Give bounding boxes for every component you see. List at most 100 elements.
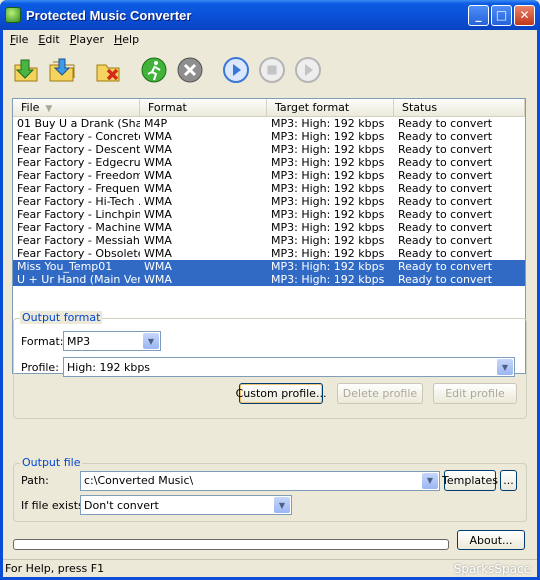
profile-select[interactable]: High: 192 kbps ▼ [63,357,515,377]
watermark-text: SparksSpace [453,561,531,576]
close-button[interactable]: ✕ [514,4,535,26]
table-row[interactable]: Fear Factory - Hi-Tech ... WMA MP3: High: … [13,195,525,208]
file-cell: Fear Factory - Hi-Tech ... [17,195,140,208]
about-button[interactable]: About... [457,530,525,550]
add-files-icon [14,59,38,82]
chevron-down-icon[interactable]: ▼ [143,333,159,349]
table-row[interactable]: Fear Factory - Linchpin WMA MP3: High: 192… [13,208,525,221]
status-cell: Ready to convert [398,234,493,247]
app-icon [5,7,21,23]
convert-button[interactable] [136,53,172,87]
path-input[interactable]: c:\Converted Music\ ▼ [80,470,440,491]
file-cell: Fear Factory - Frequency [17,182,140,195]
remove-files-button[interactable] [90,53,126,87]
browse-button[interactable]: ... [500,470,517,491]
file-cell: Fear Factory - Messiah [17,234,140,247]
file-cell: Miss You_Temp01 [17,260,113,273]
chevron-down-icon[interactable]: ▼ [422,472,438,489]
table-row[interactable]: Fear Factory - Concreto WMA MP3: High: 192… [13,130,525,143]
status-cell: Ready to convert [398,273,493,286]
cancel-icon [177,57,203,83]
table-row[interactable]: Fear Factory - Machine ... WMA MP3: High: … [13,221,525,234]
custom-profile-button[interactable]: Custom profile... [236,383,326,404]
table-row[interactable]: Fear Factory - Obsolete WMA MP3: High: 192… [13,247,525,260]
table-row[interactable]: Fear Factory - Freedom... WMA MP3: High: 1… [13,169,525,182]
templates-button[interactable]: Templates [442,470,498,491]
menu-player[interactable]: Player [65,32,109,47]
table-row[interactable]: Fear Factory - Edgecrus... WMA MP3: High: … [13,156,525,169]
format-label: Format: [21,334,64,348]
status-cell: Ready to convert [398,169,493,182]
column-status[interactable]: Status [394,99,525,117]
table-row[interactable]: Fear Factory - Frequency WMA MP3: High: 19… [13,182,525,195]
column-target-format[interactable]: Target format [267,99,394,117]
output-file-legend: Output file [20,456,83,469]
target-format-cell: MP3: High: 192 kbps [271,143,385,156]
add-folder-button[interactable] [44,53,80,87]
status-cell: Ready to convert [398,260,493,273]
status-cell: Ready to convert [398,156,493,169]
title-bar[interactable]: Protected Music Converter _ □ ✕ [0,0,540,30]
status-cell: Ready to convert [398,143,493,156]
cancel-button[interactable] [172,53,208,87]
play-icon [223,57,249,83]
status-bar: For Help, press F1 SparksSpace [3,559,537,577]
profile-value: High: 192 kbps [67,360,151,374]
target-format-cell: MP3: High: 192 kbps [271,130,385,143]
target-format-cell: MP3: High: 192 kbps [271,273,385,286]
target-format-cell: MP3: High: 192 kbps [271,208,385,221]
file-cell: Fear Factory - Descent [17,143,140,156]
chevron-down-icon[interactable]: ▼ [497,359,513,375]
menu-bar: File Edit Player Help [3,30,537,49]
toolbar [3,49,537,91]
delete-profile-button: Delete profile [337,383,423,404]
file-list-header: File ▼ Format Target format Status [13,99,525,117]
status-cell: Ready to convert [398,221,493,234]
profile-label: Profile: [21,360,59,374]
table-row[interactable]: U + Ur Hand (Main Versi... WMA MP3: High: … [13,273,525,286]
add-files-button[interactable] [8,53,44,87]
menu-help[interactable]: Help [109,32,144,47]
target-format-cell: MP3: High: 192 kbps [271,169,385,182]
if-file-exists-value: Don't convert [84,498,159,512]
status-cell: Ready to convert [398,117,493,130]
output-format-legend: Output format [20,311,103,324]
format-cell: WMA [144,195,172,208]
output-file-group: Output file Path: c:\Converted Music\ ▼ … [13,456,527,522]
menu-edit[interactable]: Edit [33,32,64,47]
path-label: Path: [21,474,49,487]
target-format-cell: MP3: High: 192 kbps [271,182,385,195]
target-format-cell: MP3: High: 192 kbps [271,117,385,130]
file-cell: Fear Factory - Obsolete [17,247,140,260]
conversion-progress-bar [13,539,449,550]
minimize-button[interactable]: _ [468,4,489,26]
remove-files-icon [96,64,120,82]
app-window: Protected Music Converter _ □ ✕ File Edi… [0,0,540,580]
file-cell: Fear Factory - Freedom... [17,169,140,182]
status-cell: Ready to convert [398,247,493,260]
format-cell: WMA [144,143,172,156]
format-cell: M4P [144,117,168,130]
column-file[interactable]: File ▼ [13,99,140,117]
format-cell: WMA [144,260,172,273]
target-format-cell: MP3: High: 192 kbps [271,195,385,208]
if-file-exists-select[interactable]: Don't convert ▼ [80,495,292,515]
play-button[interactable] [218,53,254,87]
table-row[interactable]: 01 Buy U a Drank (Shaw... M4P MP3: High: 1… [13,117,525,130]
next-icon [295,57,321,83]
column-format[interactable]: Format [140,99,267,117]
menu-file[interactable]: File [5,32,33,47]
target-format-cell: MP3: High: 192 kbps [271,247,385,260]
table-row[interactable]: Fear Factory - Descent WMA MP3: High: 192 … [13,143,525,156]
convert-icon [141,57,167,83]
table-row[interactable]: Fear Factory - Messiah WMA MP3: High: 192 … [13,234,525,247]
target-format-cell: MP3: High: 192 kbps [271,221,385,234]
table-row[interactable]: Miss You_Temp01 WMA MP3: High: 192 kbps Rea… [13,260,525,273]
status-cell: Ready to convert [398,208,493,221]
chevron-down-icon[interactable]: ▼ [274,497,290,513]
maximize-button[interactable]: □ [491,4,512,26]
edit-profile-button: Edit profile [433,383,517,404]
file-cell: Fear Factory - Edgecrus... [17,156,140,169]
format-select[interactable]: MP3 ▼ [63,331,161,351]
format-cell: WMA [144,221,172,234]
